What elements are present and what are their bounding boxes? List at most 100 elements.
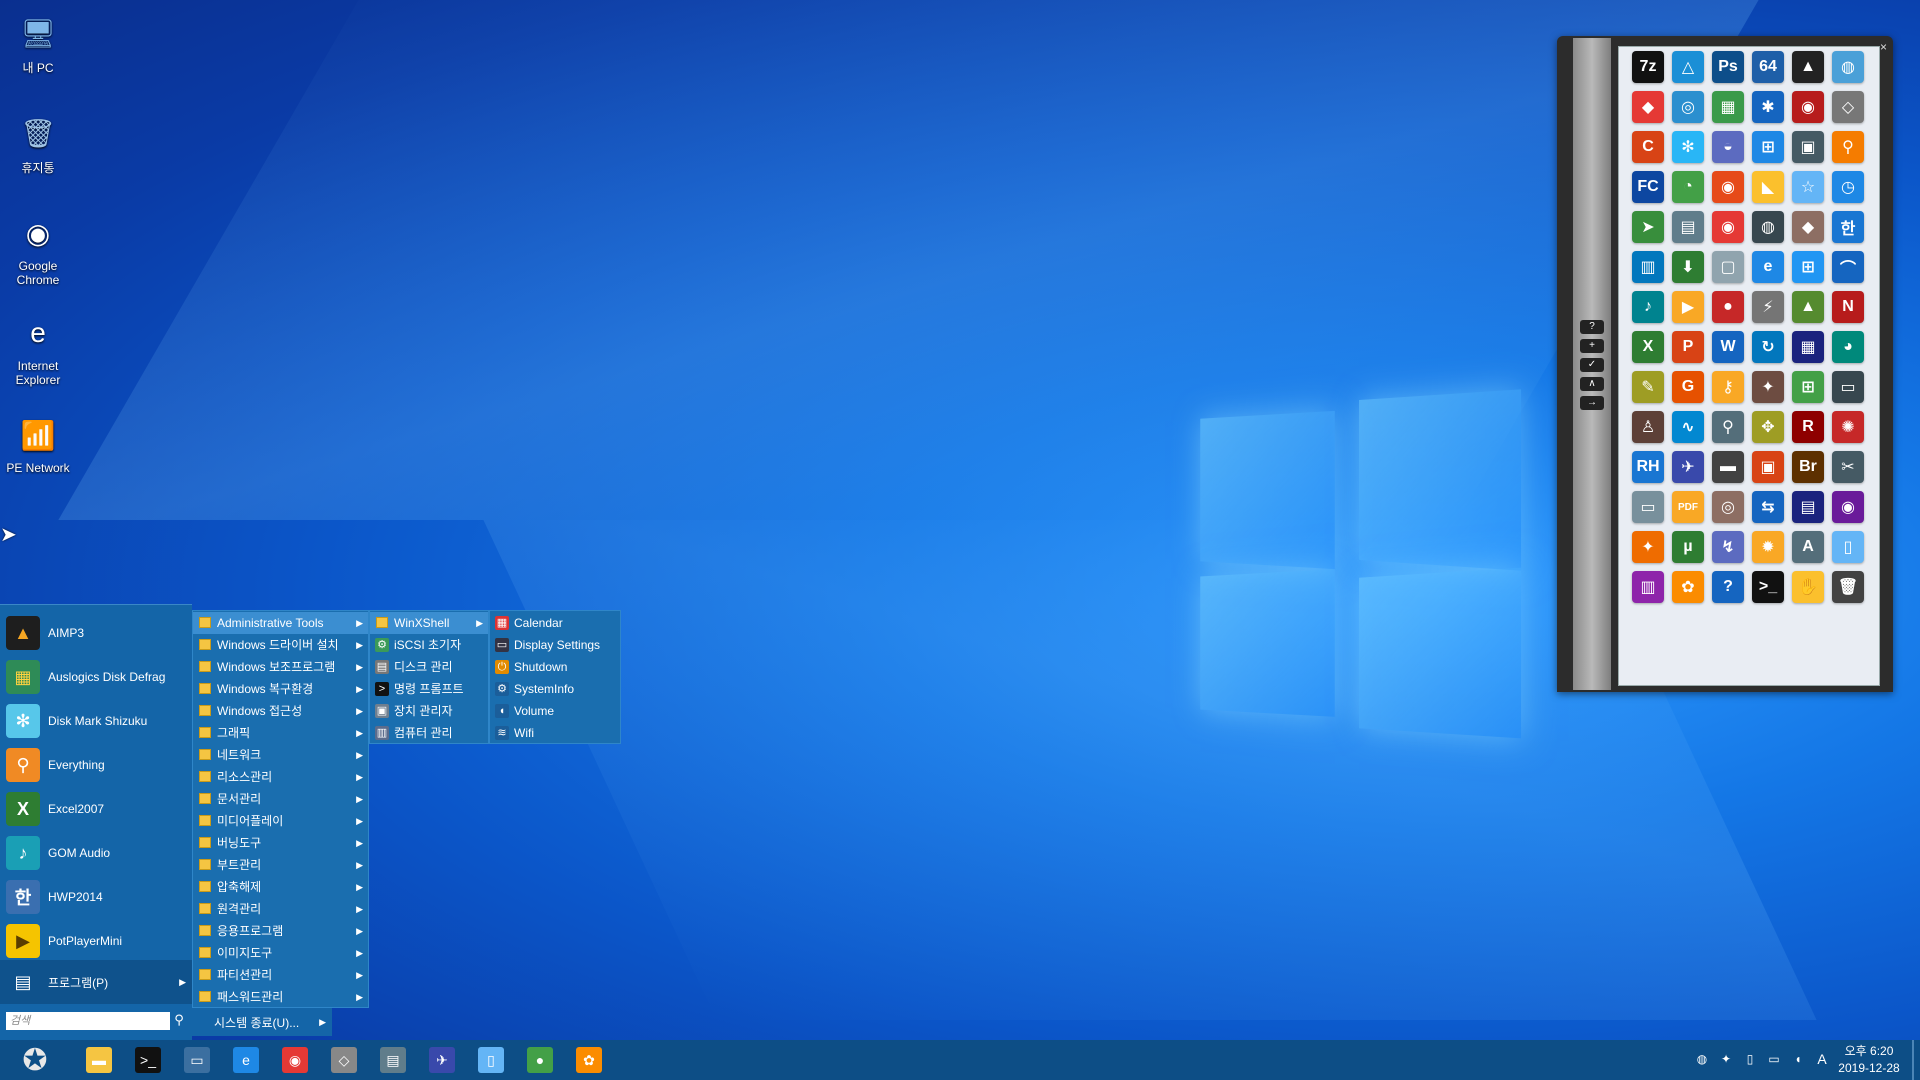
car-icon[interactable]: ● xyxy=(1712,291,1744,323)
bootice-icon[interactable]: ◇ xyxy=(331,1047,357,1073)
search-icon[interactable]: ⚲ xyxy=(170,1012,188,1030)
file-explorer-icon[interactable]: ▬ xyxy=(86,1047,112,1073)
virus-icon[interactable]: ✺ xyxy=(1832,411,1864,443)
desktop-icon[interactable]: 🗑 휴지통 xyxy=(6,110,70,176)
box-icon[interactable]: ▣ xyxy=(1752,451,1784,483)
menu-item[interactable]: ▤ 디스크 관리 xyxy=(370,656,488,678)
bluetooth-icon[interactable]: ✱ xyxy=(1752,91,1784,123)
windows-icon[interactable]: ⊞ xyxy=(1752,131,1784,163)
tray-network-icon[interactable]: ▭ xyxy=(1766,1051,1782,1067)
printer-icon[interactable]: ▤ xyxy=(1672,211,1704,243)
menu-item-folder[interactable]: 이미지도구 ▶ xyxy=(193,942,368,964)
globe-tool-icon[interactable]: ◍ xyxy=(1832,51,1864,83)
triangle-app-icon[interactable]: △ xyxy=(1672,51,1704,83)
search-input[interactable]: 검색 xyxy=(6,1012,170,1030)
drive-icon[interactable]: ◆ xyxy=(1792,211,1824,243)
menu-item[interactable]: ⏻ Shutdown xyxy=(490,656,620,678)
dvd-icon[interactable]: ◉ xyxy=(1832,491,1864,523)
start-pinned-item[interactable]: ⚲ Everything xyxy=(0,743,192,787)
menu-item[interactable]: WinXShell ▶ xyxy=(370,612,488,634)
ie-icon[interactable]: e xyxy=(233,1047,259,1073)
stamp-icon[interactable]: ♙ xyxy=(1632,411,1664,443)
key-icon[interactable]: ⚷ xyxy=(1712,371,1744,403)
start-button[interactable]: ✪ xyxy=(12,1042,58,1078)
desktop-icon[interactable]: 🖥 내 PC xyxy=(6,10,70,76)
trash-icon[interactable]: 🗑 xyxy=(1832,571,1864,603)
dock-side-button[interactable]: ∧ xyxy=(1580,377,1604,391)
menu-item[interactable]: ▦ Calendar xyxy=(490,612,620,634)
menu-item[interactable]: ▭ Display Settings xyxy=(490,634,620,656)
wrench-tool-icon[interactable]: ✈ xyxy=(429,1047,455,1073)
ccleaner-icon[interactable]: C xyxy=(1632,131,1664,163)
start-pinned-item[interactable]: X Excel2007 xyxy=(0,787,192,831)
shutdown-button[interactable]: 시스템 종료(U)... ▶ xyxy=(192,1008,332,1036)
dock-side-button[interactable]: ? xyxy=(1580,320,1604,334)
disk-tool-icon[interactable]: ◒ xyxy=(1712,131,1744,163)
green-tool-icon[interactable]: ● xyxy=(527,1047,553,1073)
menu-item[interactable]: ▣ 장치 관리자 xyxy=(370,700,488,722)
menu-item-folder[interactable]: 네트워크 ▶ xyxy=(193,744,368,766)
partition-pie-icon[interactable]: ◔ xyxy=(1672,171,1704,203)
aimp-icon[interactable]: ▲ xyxy=(1792,51,1824,83)
gom-audio-icon[interactable]: ♪ xyxy=(1632,291,1664,323)
start-pinned-item[interactable]: ✻ Disk Mark Shizuku xyxy=(0,699,192,743)
tray-network-tool-icon[interactable]: ✦ xyxy=(1718,1051,1734,1067)
teamviewer-icon[interactable]: ⇆ xyxy=(1752,491,1784,523)
desktop-icon[interactable]: 📶 PE Network xyxy=(6,412,70,476)
everything-icon[interactable]: ⚲ xyxy=(1832,131,1864,163)
hand-tool-icon[interactable]: ✋ xyxy=(1792,571,1824,603)
equalizer-icon[interactable]: ▥ xyxy=(1632,251,1664,283)
pen-tool-icon[interactable]: ✎ xyxy=(1632,371,1664,403)
document-icon[interactable]: ▯ xyxy=(478,1047,504,1073)
excel-icon[interactable]: X xyxy=(1632,331,1664,363)
menu-item-folder[interactable]: Windows 복구환경 ▶ xyxy=(193,678,368,700)
wand-icon[interactable]: ✦ xyxy=(1632,531,1664,563)
powerpoint-icon[interactable]: P xyxy=(1672,331,1704,363)
menu-item-folder[interactable]: 패스워드관리 ▶ xyxy=(193,986,368,1008)
network-monitor-icon[interactable]: ▭ xyxy=(184,1047,210,1073)
screenshot-icon[interactable]: ✂ xyxy=(1832,451,1864,483)
fastcopy-icon[interactable]: FC xyxy=(1632,171,1664,203)
menu-item-folder[interactable]: Administrative Tools ▶ xyxy=(193,612,368,634)
aida64-icon[interactable]: 64 xyxy=(1752,51,1784,83)
usb-tool-icon[interactable]: ⚡ xyxy=(1752,291,1784,323)
chrome-icon[interactable]: ◉ xyxy=(282,1047,308,1073)
pc-tool-icon[interactable]: ▣ xyxy=(1792,131,1824,163)
document-icon[interactable]: ▯ xyxy=(1832,531,1864,563)
start-pinned-item[interactable]: ▲ AIMP3 xyxy=(0,611,192,655)
disk-info-icon[interactable]: ◍ xyxy=(1752,211,1784,243)
ie-icon[interactable]: e xyxy=(1752,251,1784,283)
menu-item-folder[interactable]: Windows 드라이버 설치 ▶ xyxy=(193,634,368,656)
hwp-icon[interactable]: 한 xyxy=(1832,211,1864,243)
windows-setup-icon[interactable]: ⊞ xyxy=(1792,371,1824,403)
start-pinned-item[interactable]: ▦ Auslogics Disk Defrag xyxy=(0,655,192,699)
menu-item-folder[interactable]: 리소스관리 ▶ xyxy=(193,766,368,788)
eye-tool-icon[interactable]: ◉ xyxy=(1712,171,1744,203)
vpn-icon[interactable]: ↯ xyxy=(1712,531,1744,563)
menu-item[interactable]: ≋ Wifi xyxy=(490,722,620,744)
burn-disc-icon[interactable]: ◉ xyxy=(1792,91,1824,123)
sync-icon[interactable]: ↻ xyxy=(1752,331,1784,363)
start-pinned-item[interactable]: ♪ GOM Audio xyxy=(0,831,192,875)
photoshop-icon[interactable]: Ps xyxy=(1712,51,1744,83)
r-tool-icon[interactable]: R xyxy=(1792,411,1824,443)
bridge-icon[interactable]: Br xyxy=(1792,451,1824,483)
chart-tool-icon[interactable]: ▲ xyxy=(1792,291,1824,323)
usb-drive-icon[interactable]: ▬ xyxy=(1712,451,1744,483)
terminal-icon[interactable]: >_ xyxy=(135,1047,161,1073)
windows-flag-icon[interactable]: ⊞ xyxy=(1792,251,1824,283)
pdf-icon[interactable]: PDF xyxy=(1672,491,1704,523)
feather-icon[interactable]: ⌒ xyxy=(1832,251,1864,283)
scanner-icon[interactable]: ▭ xyxy=(1632,491,1664,523)
pulse-icon[interactable]: ∿ xyxy=(1672,411,1704,443)
g-tool-icon[interactable]: G xyxy=(1672,371,1704,403)
menu-item-folder[interactable]: 응용프로그램 ▶ xyxy=(193,920,368,942)
menu-item[interactable]: ◖ Volume xyxy=(490,700,620,722)
tray-app-icon[interactable]: ◍ xyxy=(1694,1051,1710,1067)
utorrent-icon[interactable]: µ xyxy=(1672,531,1704,563)
menu-item-folder[interactable]: 부트관리 ▶ xyxy=(193,854,368,876)
diskmark-icon[interactable]: ✻ xyxy=(1672,131,1704,163)
dock-side-button[interactable]: ✓ xyxy=(1580,358,1604,372)
cd-tool-icon[interactable]: ◎ xyxy=(1712,491,1744,523)
grid-tool-icon[interactable]: ▦ xyxy=(1792,331,1824,363)
